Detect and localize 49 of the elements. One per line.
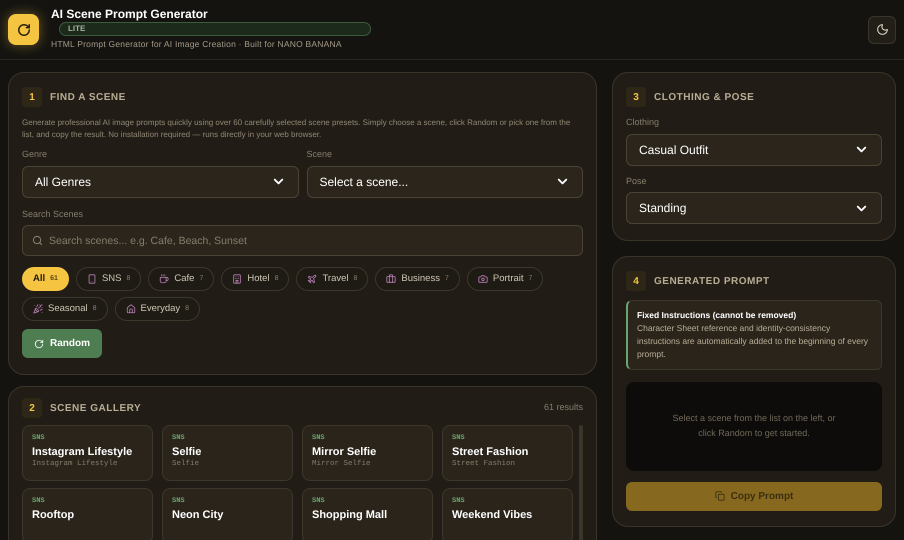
step-number: 4 — [626, 271, 646, 291]
version-badge: LITE — [59, 22, 371, 36]
field-label: Scene — [306, 148, 334, 161]
select-field[interactable]: Casual Outfit — [626, 134, 882, 166]
moon-icon — [876, 23, 888, 36]
rotate-icon — [16, 22, 30, 36]
section-title: FIND A SCENE — [50, 90, 126, 104]
cup-icon — [159, 274, 170, 284]
results-count: 61 results — [544, 401, 583, 414]
field-label: Search Scenes — [22, 208, 84, 220]
scene-title: Instagram Lifestyle — [32, 446, 134, 460]
step-number: 1 — [22, 87, 42, 107]
scene-title: Mirror Selfie — [312, 446, 378, 460]
select-field[interactable]: Select a scene... — [306, 166, 583, 198]
rotate-icon — [34, 338, 44, 348]
section-title: GENERATED PROMPT — [654, 274, 770, 288]
plane-icon — [307, 274, 318, 284]
empty-state-text: Select a scene from the list on the left, or click Random to get started. — [671, 412, 837, 440]
section-title: CLOTHING & POSE — [654, 90, 754, 104]
scene-title: Weekend Vibes — [452, 508, 534, 522]
app-title: AI Scene Prompt Generator — [51, 8, 209, 20]
section-title: SCENE GALLERY — [50, 402, 142, 416]
theme-toggle-button[interactable] — [868, 16, 896, 44]
phone-icon — [86, 274, 97, 284]
step-number: 3 — [626, 87, 646, 107]
search-icon — [32, 235, 43, 246]
app-subtitle: HTML Prompt Generator for AI Image Creation · Built for NANO BANANA — [51, 38, 343, 51]
scene-title: Neon City — [172, 508, 224, 522]
building-icon — [232, 274, 242, 284]
notice-title: Fixed Instructions (cannot be removed) — [637, 309, 798, 322]
field-label: Genre — [22, 148, 48, 161]
scene-title: Street Fashion — [452, 446, 530, 460]
scene-title: Rooftop — [32, 508, 76, 522]
search-field[interactable]: Search scenes... e.g. Cafe, Beach, Sunset — [22, 225, 583, 256]
select-field[interactable]: Standing — [626, 192, 882, 224]
briefcase-icon — [386, 274, 396, 284]
step-number: 2 — [22, 398, 42, 418]
field-label: Clothing — [626, 116, 660, 129]
party-popper-icon — [33, 304, 43, 314]
house-icon — [126, 304, 136, 314]
camera-icon — [478, 274, 488, 284]
copy-icon — [714, 491, 725, 502]
scene-title: Selfie — [172, 446, 202, 460]
description-text: Generate professional AI image prompts quickly using over 60 carefully selected scene presets. Simply choose a scene, click Random or pick one from the list, and copy the result. No installation required — runs directly in your web browser. — [22, 117, 572, 140]
select-field[interactable]: All Genres — [22, 166, 298, 198]
field-label: Pose — [626, 174, 648, 188]
scene-title: Shopping Mall — [312, 508, 388, 522]
random-button[interactable]: Random — [22, 329, 102, 358]
notice-text: Character Sheet reference and identity-consistency instructions are automatically added to the beginning of every prompt. — [637, 322, 870, 361]
